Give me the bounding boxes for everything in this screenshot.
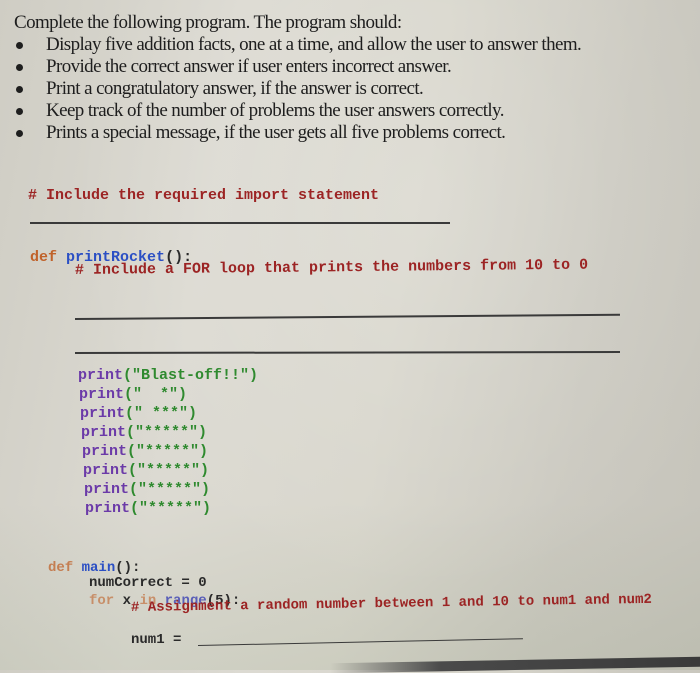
screen-bezel-edge: [330, 656, 700, 673]
print-line: print("*****"): [85, 500, 212, 517]
requirement-item: Provide the correct answer if user enter…: [14, 56, 581, 78]
requirement-item: Display five addition facts, one at a ti…: [14, 34, 582, 56]
for-loop-answer-blank-2[interactable]: [74, 351, 621, 354]
print-line: print("*****"): [81, 424, 208, 441]
import-answer-blank[interactable]: [30, 222, 450, 224]
print-line: print("*****"): [83, 462, 210, 479]
print-line: print("*****"): [82, 443, 209, 460]
num1-answer-blank[interactable]: [197, 638, 523, 646]
main-def: def main():: [48, 560, 141, 576]
bullet-icon: [16, 108, 23, 115]
print-line: print("Blast-off!!"): [78, 367, 259, 384]
print-line: print(" ***"): [80, 405, 198, 422]
num1-line: num1 =: [131, 632, 182, 648]
requirements-list: Display five addition facts, one at a ti…: [14, 34, 582, 144]
print-line: print(" *"): [79, 386, 188, 403]
requirement-item: Print a congratulatory answer, if the an…: [14, 78, 581, 100]
requirement-item: Prints a special message, if the user ge…: [14, 122, 581, 144]
bullet-icon: [16, 42, 23, 49]
bullet-icon: [16, 64, 23, 71]
bullet-icon: [16, 86, 23, 93]
num-correct-line: numCorrect = 0: [89, 575, 207, 591]
print-line: print("*****"): [84, 481, 211, 498]
import-comment: # Include the required import statement: [28, 187, 380, 204]
bullet-icon: [16, 130, 23, 137]
requirement-item: Keep track of the number of problems the…: [14, 100, 581, 122]
for-loop-answer-blank-1[interactable]: [74, 313, 620, 320]
instructions-intro: Complete the following program. The prog…: [14, 12, 402, 33]
